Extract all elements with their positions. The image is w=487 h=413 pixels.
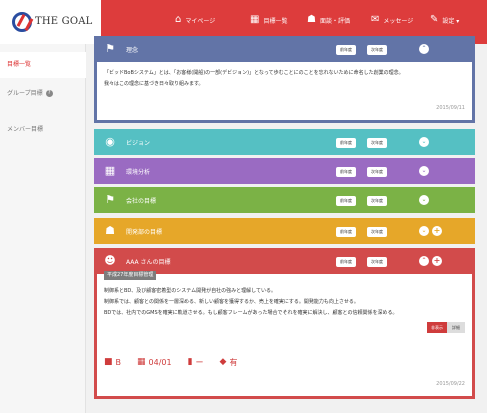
grid-icon: ▦ xyxy=(250,14,260,25)
sidebar-item-member-goals[interactable]: メンバー目標 xyxy=(0,117,86,143)
prev-year-button[interactable]: 前年度 xyxy=(336,257,356,267)
nav-evaluation[interactable]: ☗ 面談・評価 xyxy=(307,15,350,25)
nav-messages[interactable]: ✉ メッセージ xyxy=(371,15,413,25)
sidebar-item-group-goals[interactable]: グループ目標? xyxy=(0,81,86,107)
meta-rank: ■ B xyxy=(104,357,121,368)
chevron-up-icon[interactable]: ⌃ xyxy=(419,256,429,266)
nav-mypage[interactable]: ⌂ マイページ xyxy=(175,15,215,25)
prev-year-button[interactable]: 前年度 xyxy=(336,45,356,55)
next-year-button[interactable]: 次年度 xyxy=(367,45,387,55)
bar-chart-icon: ▮ xyxy=(187,357,193,367)
updated-date: 2015/09/11 xyxy=(436,105,465,111)
logo[interactable]: THE GOAL xyxy=(0,0,101,44)
grid-icon: ▦ xyxy=(104,164,116,177)
calendar-icon: ▦ xyxy=(137,357,146,367)
panel-body: 平成27年度目標管理 制御系とBD、及び顧客密着型のシステム開発が自社の強みと理… xyxy=(97,271,472,396)
meta-progress-value: ー xyxy=(195,358,204,367)
chevron-down-icon[interactable]: ⌄ xyxy=(419,226,429,236)
tag-icon: ◆ xyxy=(219,357,227,367)
group-icon: ☗ xyxy=(105,224,115,237)
chevron-down-icon[interactable]: ⌄ xyxy=(419,195,429,205)
eye-icon: ◉ xyxy=(105,135,115,148)
nav-settings[interactable]: ✎ 設定 ▾ xyxy=(430,15,459,25)
nav-mypage-label: マイページ xyxy=(185,17,216,25)
home-icon: ⌂ xyxy=(175,14,182,25)
logo-mark-icon xyxy=(12,12,32,32)
detail-button[interactable]: 詳細 xyxy=(447,322,465,333)
prev-year-button[interactable]: 前年度 xyxy=(336,167,356,177)
flag-icon: ⚑ xyxy=(105,193,115,206)
panel-title: 会社の目標 xyxy=(126,198,157,205)
panel-philosophy: ⚑ 理念 前年度 次年度 ⌃ 「ビッドBoBシステム」とは、「お客様(開船)の一… xyxy=(94,36,475,123)
add-icon[interactable]: + xyxy=(432,256,442,266)
next-year-button[interactable]: 次年度 xyxy=(367,257,387,267)
body-text: 制御系では、顧客との関係を一層深める、新しい顧客を獲得するか、売上を確実にする。… xyxy=(104,299,359,305)
panel-header[interactable]: ⚑ 会社の目標 前年度 次年度 ⌄ xyxy=(94,187,475,213)
nav-goals[interactable]: ▦ 目標一覧 xyxy=(250,15,287,25)
sidebar-item-label: グループ目標 xyxy=(7,90,43,97)
sidebar-item-goal-list[interactable]: 目標一覧 xyxy=(0,52,86,78)
plan-tag: 平成27年度目標管理 xyxy=(104,271,157,280)
nav-settings-label: 設定 ▾ xyxy=(442,17,460,25)
panel-dept-goal: ☗ 開発部の目標 前年度 次年度 ⌄ + xyxy=(94,218,475,244)
panel-header[interactable]: ☗ 開発部の目標 前年度 次年度 ⌄ + xyxy=(94,218,475,244)
panel-body: 「ビッドBoBシステム」とは、「お客様(開船)の一部(デビジョン)」となって歩む… xyxy=(97,62,472,120)
panel-header[interactable]: ⚑ 理念 前年度 次年度 ⌃ xyxy=(94,36,475,62)
wrench-icon: ✎ xyxy=(430,14,439,25)
logo-text: THE GOAL xyxy=(35,16,93,27)
sidebar: 目標一覧 グループ目標? メンバー目標 xyxy=(0,44,86,413)
chevron-down-icon[interactable]: ⌄ xyxy=(419,166,429,176)
sidebar-item-label: メンバー目標 xyxy=(7,126,44,133)
body-text: BDでは、社内でのGMSを確実に軌道させる。もし顧客フレームがあった場合でそれを… xyxy=(104,310,398,316)
bag-icon: ■ xyxy=(104,357,113,367)
body-text: 「ビッドBoBシステム」とは、「お客様(開船)の一部(デビジョン)」となって歩む… xyxy=(104,70,404,76)
meta-date-value: 04/01 xyxy=(148,358,172,367)
meta-rank-value: B xyxy=(115,358,122,367)
panel-personal-goal: ☻ AAA さんの目標 前年度 次年度 ⌃ + 平成27年度目標管理 制御系とB… xyxy=(94,248,475,399)
prev-year-button[interactable]: 前年度 xyxy=(336,138,356,148)
panel-company-goal: ⚑ 会社の目標 前年度 次年度 ⌄ xyxy=(94,187,475,213)
updated-date: 2015/09/22 xyxy=(436,381,465,387)
panel-title: AAA さんの目標 xyxy=(126,259,171,266)
panel-header[interactable]: ▦ 環境分析 前年度 次年度 ⌄ xyxy=(94,158,475,184)
user-icon: ☻ xyxy=(104,254,116,267)
body-text: 我々はこの理念に基づき日々取り組みます。 xyxy=(104,81,204,87)
panel-vision: ◉ ビジョン 前年度 次年度 ⌄ xyxy=(94,129,475,155)
chevron-down-icon[interactable]: ⌄ xyxy=(419,137,429,147)
sidebar-item-label: 目標一覧 xyxy=(7,61,32,68)
panel-title: 理念 xyxy=(126,47,139,54)
panel-title: ビジョン xyxy=(126,140,151,147)
help-icon[interactable]: ? xyxy=(45,90,53,97)
chevron-up-icon[interactable]: ⌃ xyxy=(419,44,429,54)
panel-title: 開発部の目標 xyxy=(126,229,163,236)
meta-date: ▦ 04/01 xyxy=(137,357,172,368)
hide-button[interactable]: 非表示 xyxy=(427,322,447,333)
next-year-button[interactable]: 次年度 xyxy=(367,138,387,148)
body-text: 制御系とBD、及び顧客密着型のシステム開発が自社の強みと理解している。 xyxy=(104,288,276,294)
people-icon: ☗ xyxy=(307,14,316,25)
meta-tag-value: 有 xyxy=(229,358,238,367)
prev-year-button[interactable]: 前年度 xyxy=(336,196,356,206)
panel-environment: ▦ 環境分析 前年度 次年度 ⌄ xyxy=(94,158,475,184)
mail-icon: ✉ xyxy=(371,14,380,25)
goal-meta: ■ B ▦ 04/01 ▮ ー ◆ 有 xyxy=(104,357,253,368)
nav-evaluation-label: 面談・評価 xyxy=(319,17,350,25)
meta-progress: ▮ ー xyxy=(188,357,204,368)
next-year-button[interactable]: 次年度 xyxy=(367,167,387,177)
add-icon[interactable]: + xyxy=(432,226,442,236)
panel-header[interactable]: ◉ ビジョン 前年度 次年度 ⌄ xyxy=(94,129,475,155)
next-year-button[interactable]: 次年度 xyxy=(367,196,387,206)
flag-icon: ⚑ xyxy=(105,42,115,55)
next-year-button[interactable]: 次年度 xyxy=(367,227,387,237)
prev-year-button[interactable]: 前年度 xyxy=(336,227,356,237)
nav-messages-label: メッセージ xyxy=(383,17,414,25)
panel-title: 環境分析 xyxy=(126,169,151,176)
meta-tag: ◆ 有 xyxy=(220,357,238,368)
nav-goals-label: 目標一覧 xyxy=(263,17,288,25)
